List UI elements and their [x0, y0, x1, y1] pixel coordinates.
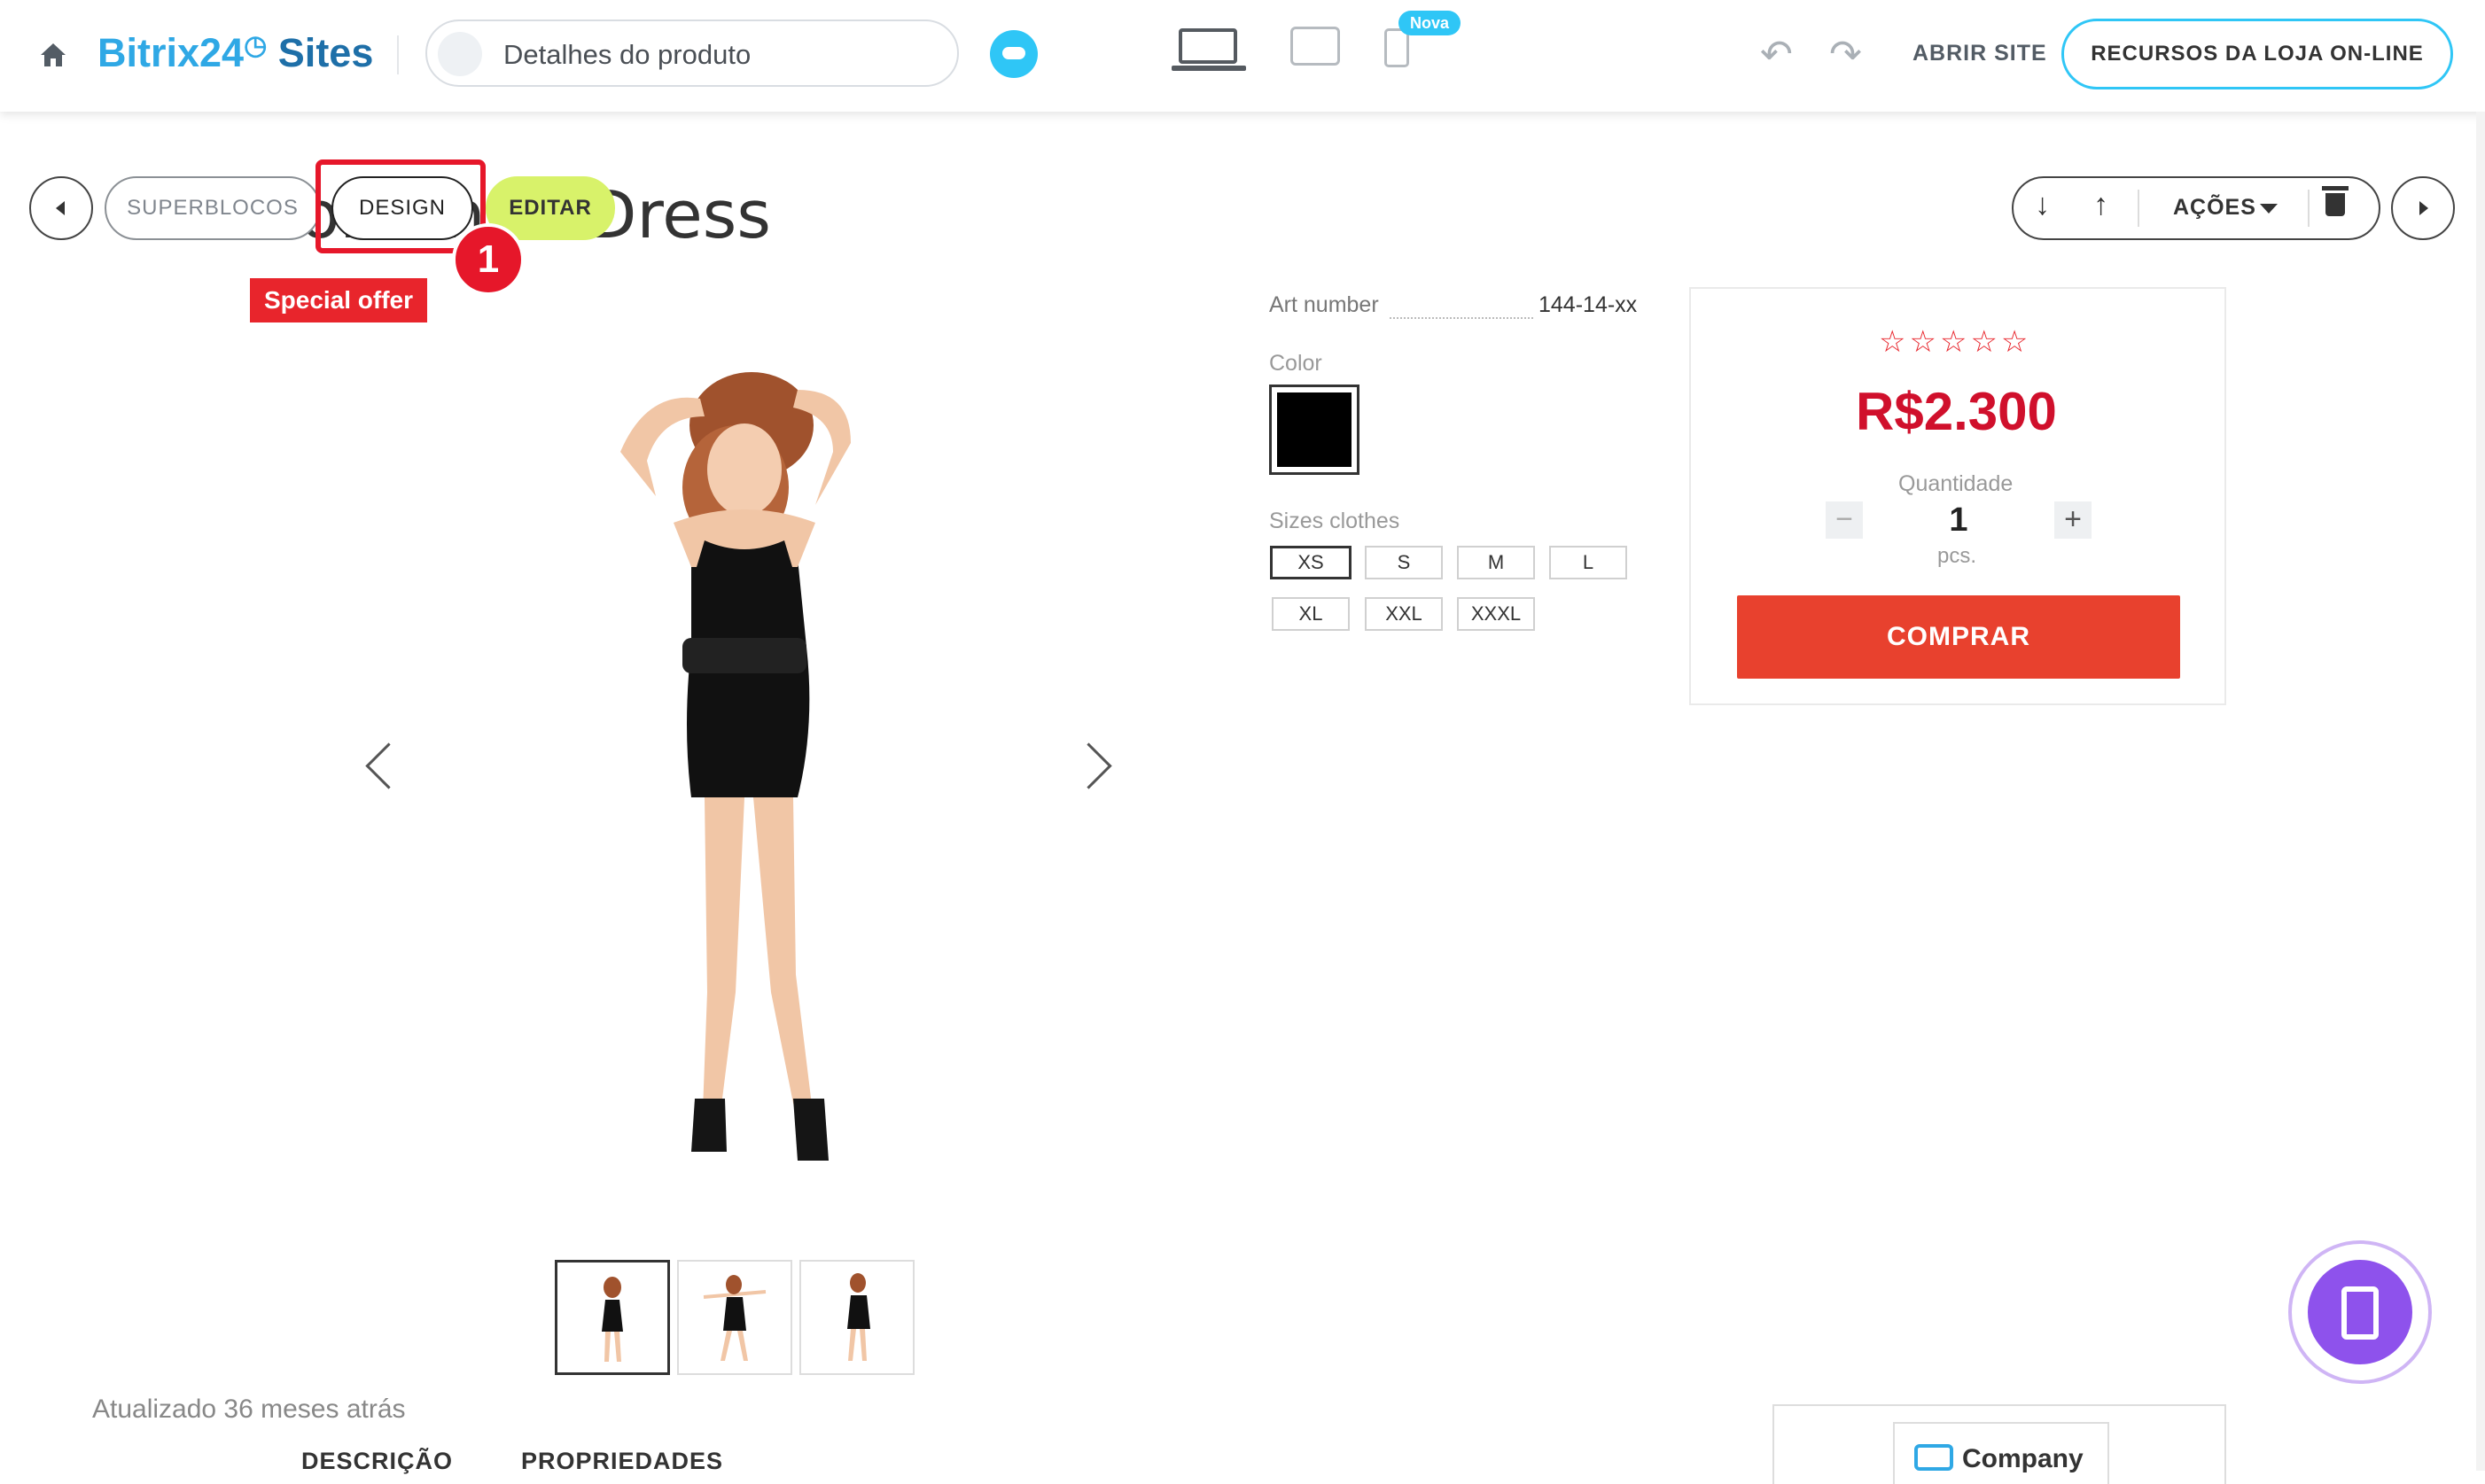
sizes-label: Sizes clothes — [1269, 509, 1400, 533]
tablet-icon[interactable] — [1290, 27, 1340, 66]
size-option-xs[interactable]: XS — [1270, 546, 1352, 579]
size-option-xxl[interactable]: XXL — [1365, 597, 1443, 631]
tab-properties[interactable]: PROPRIEDADES — [521, 1448, 723, 1475]
phone-icon — [2341, 1286, 2379, 1340]
scrollbar-track[interactable] — [2476, 112, 2485, 1471]
page-thumbnail-icon — [438, 32, 482, 76]
cloud-icon[interactable] — [990, 30, 1038, 78]
size-option-s[interactable]: S — [1365, 546, 1443, 579]
toolbar-divider — [2138, 190, 2139, 227]
thumbnail-1[interactable] — [555, 1260, 670, 1375]
next-block-button[interactable] — [2391, 176, 2455, 240]
step-marker: 1 — [452, 223, 525, 296]
page-selector-label: Detalhes do produto — [503, 39, 752, 70]
page-selector[interactable]: Detalhes do produto — [425, 19, 959, 87]
product-photo — [354, 354, 1134, 1169]
updated-text: Atualizado 36 meses atrás — [92, 1395, 406, 1424]
redo-icon[interactable]: ↷ — [1829, 32, 1862, 77]
quantity-plus-button[interactable]: + — [2054, 501, 2092, 539]
toolbar-divider — [2308, 190, 2310, 227]
size-option-l[interactable]: L — [1549, 546, 1627, 579]
home-icon[interactable] — [39, 41, 67, 69]
art-number-label: Art number — [1269, 292, 1379, 317]
chevron-down-icon — [2260, 204, 2278, 214]
clock-icon: ◷ — [244, 31, 268, 60]
caret-left-icon — [56, 201, 65, 215]
quantity-minus-button[interactable]: − — [1826, 501, 1863, 539]
prev-block-button[interactable] — [29, 176, 93, 240]
buy-button[interactable]: COMPRAR — [1737, 595, 2180, 679]
rating-stars[interactable]: ☆☆☆☆☆ — [1879, 324, 2031, 360]
caret-right-icon — [2419, 201, 2428, 215]
new-badge: Nova — [1398, 11, 1461, 35]
dotted-leader — [1390, 317, 1533, 319]
tab-description[interactable]: DESCRIÇÃO — [301, 1448, 453, 1475]
special-offer-badge: Special offer — [250, 278, 427, 322]
desktop-icon[interactable] — [1179, 28, 1237, 64]
logo-brand: Bitrix24 — [97, 30, 245, 75]
quantity-value[interactable]: 1 — [1946, 501, 1971, 540]
move-up-icon[interactable]: ↑ — [2093, 188, 2108, 222]
bitrix24-logo[interactable]: Bitrix24◷ Sites — [97, 30, 373, 76]
undo-icon[interactable]: ↶ — [1760, 32, 1793, 77]
company-logo-icon — [1914, 1444, 1953, 1471]
color-label: Color — [1269, 351, 1322, 376]
actions-dropdown[interactable]: AÇÕES — [2173, 195, 2256, 221]
thumbnail-2[interactable] — [677, 1260, 792, 1375]
superblocks-button[interactable]: SUPERBLOCOS — [105, 176, 321, 240]
logo-divider — [397, 35, 399, 74]
art-number-value: 144-14-xx — [1539, 292, 1638, 317]
size-option-xl[interactable]: XL — [1272, 597, 1350, 631]
logo-product: Sites — [277, 30, 374, 75]
trash-icon[interactable] — [2322, 186, 2349, 216]
move-down-icon[interactable]: ↓ — [2035, 188, 2050, 222]
size-option-m[interactable]: M — [1457, 546, 1535, 579]
company-name: Company — [1962, 1444, 2084, 1473]
quantity-label: Quantidade — [1898, 471, 2014, 496]
desktop-icon-base — [1172, 66, 1246, 71]
price: R$2.300 — [1856, 382, 2057, 441]
open-site-link[interactable]: ABRIR SITE — [1912, 41, 2047, 66]
thumbnail-3[interactable] — [799, 1260, 915, 1375]
quantity-unit: pcs. — [1937, 544, 1977, 568]
store-resources-button[interactable]: RECURSOS DA LOJA ON-LINE — [2061, 19, 2453, 89]
color-swatch-black[interactable] — [1269, 385, 1359, 475]
size-option-xxxl[interactable]: XXXL — [1457, 597, 1535, 631]
